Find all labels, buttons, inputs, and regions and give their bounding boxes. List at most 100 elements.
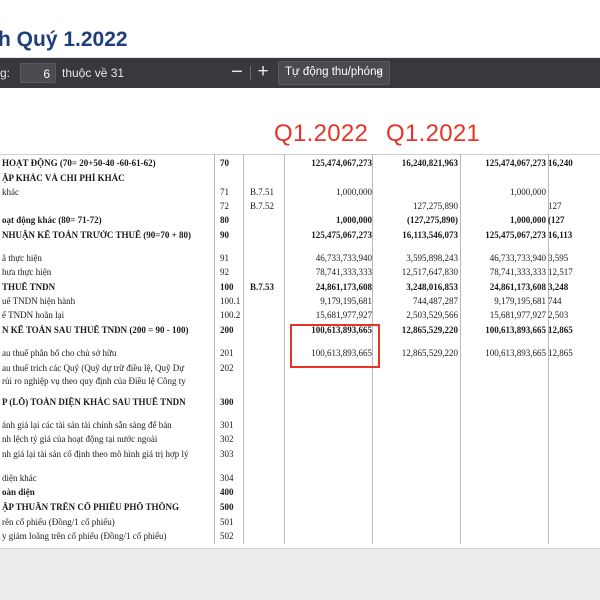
row-code: 301 bbox=[220, 420, 234, 430]
zoom-in-button[interactable]: + bbox=[252, 60, 274, 84]
value-q1-2021: 3,595,898,243 bbox=[406, 253, 458, 263]
table-row: ẬP KHÁC VÀ CHI PHÍ KHÁC bbox=[0, 172, 600, 186]
value-cumulative-2022: 15,681,977,927 bbox=[489, 310, 546, 320]
value-q1-2022: 9,179,195,681 bbox=[320, 296, 372, 306]
row-note: B.7.53 bbox=[250, 282, 275, 292]
row-code: 202 bbox=[220, 363, 234, 373]
row-code: 200 bbox=[220, 325, 234, 335]
zoom-out-button[interactable]: − bbox=[226, 60, 248, 84]
row-label: khác bbox=[2, 187, 19, 197]
value-cumulative-2021: 16,113 bbox=[548, 230, 573, 240]
value-cumulative-2022: 46,733,733,940 bbox=[489, 253, 546, 263]
value-cumulative-2022: 9,179,195,681 bbox=[494, 296, 546, 306]
table-row: ã thực hiện 91 46,733,733,940 3,595,898,243… bbox=[0, 252, 600, 266]
value-cumulative-2021: (127 bbox=[548, 215, 565, 225]
page-count-label: thuộc về 31 bbox=[62, 66, 125, 80]
table-row: y giảm loãng trên cổ phiếu (Đồng/1 cổ ph… bbox=[0, 530, 600, 544]
value-q1-2022: 125,474,067,273 bbox=[311, 158, 372, 168]
value-cumulative-2022: 100,613,893,665 bbox=[485, 348, 546, 358]
table-row: THUẾ TNDN 100 B.7.53 24,861,173,608 3,248,01… bbox=[0, 281, 600, 295]
viewer-background bbox=[0, 548, 600, 600]
value-q1-2022: 1,000,000 bbox=[336, 187, 372, 197]
table-top-border bbox=[0, 154, 600, 155]
row-code: 302 bbox=[220, 434, 234, 444]
row-code: 92 bbox=[220, 267, 229, 277]
value-q1-2021: 3,248,016,853 bbox=[406, 282, 458, 292]
row-code: 501 bbox=[220, 517, 234, 527]
table-row: ế TNDN hoãn lại 100.2 15,681,977,927 2,503,… bbox=[0, 309, 600, 323]
table-row: P (LỖ) TOÀN DIỆN KHÁC SAU THUẾ TNDN 300 bbox=[0, 396, 600, 410]
row-label: nh giá lại tài sản cố định theo mô hình … bbox=[2, 449, 189, 459]
value-cumulative-2021: 3,595 bbox=[548, 253, 569, 263]
row-label: THUẾ TNDN bbox=[2, 282, 56, 292]
value-cumulative-2022: 1,000,000 bbox=[510, 187, 546, 197]
row-label: oạt động khác (80= 71-72) bbox=[2, 215, 102, 225]
row-note: B.7.52 bbox=[250, 201, 275, 211]
value-q1-2021: 744,487,287 bbox=[413, 296, 458, 306]
row-code: 91 bbox=[220, 253, 229, 263]
row-label: rên cổ phiếu (Đồng/1 cổ phiếu) bbox=[2, 517, 115, 527]
value-cumulative-2021: 744 bbox=[548, 296, 562, 306]
row-label: ánh giá lại các tài sản tài chính sẵn sà… bbox=[2, 420, 172, 430]
row-label: ã thực hiện bbox=[2, 253, 42, 263]
row-note: B.7.51 bbox=[250, 187, 275, 197]
value-cumulative-2022: 78,741,333,333 bbox=[489, 267, 546, 277]
row-label: HOẠT ĐỘNG (70= 20+50-40 -60-61-62) bbox=[2, 158, 156, 168]
highlight-box bbox=[290, 324, 380, 368]
row-code: 300 bbox=[220, 397, 234, 407]
row-label: P (LỖ) TOÀN DIỆN KHÁC SAU THUẾ TNDN bbox=[2, 397, 186, 407]
pdf-toolbar: g: thuộc về 31 − + Tự động thu/phóng ⌄ bbox=[0, 58, 600, 88]
row-label: hưa thực hiện bbox=[2, 267, 52, 277]
value-q1-2022: 1,000,000 bbox=[336, 215, 372, 225]
row-label: diện khác bbox=[2, 473, 37, 483]
value-cumulative-2021: 16,240 bbox=[548, 158, 573, 168]
value-q1-2022: 24,861,173,608 bbox=[315, 282, 372, 292]
row-code: 400 bbox=[220, 487, 234, 497]
table-row: HOẠT ĐỘNG (70= 20+50-40 -60-61-62) 70 125,… bbox=[0, 157, 600, 171]
value-q1-2022: 78,741,333,333 bbox=[315, 267, 372, 277]
value-cumulative-2022: 125,475,067,273 bbox=[485, 230, 546, 240]
table-row: diện khác 304 bbox=[0, 472, 600, 486]
row-label: rủi ro nghiệp vụ theo quy định của Điều … bbox=[2, 376, 186, 386]
row-label: NHUẬN KẾ TOÁN TRƯỚC THUẾ (90=70 + 80) bbox=[2, 230, 192, 240]
row-label: oàn diện bbox=[2, 487, 35, 497]
page-title: h Quý 1.2022 bbox=[0, 28, 128, 51]
row-label: nh lệch tỷ giá của hoạt động tại nước ng… bbox=[2, 434, 158, 444]
row-code: 80 bbox=[220, 215, 229, 225]
value-cumulative-2021: 2,503 bbox=[548, 310, 569, 320]
table-row: ánh giá lại các tài sản tài chính sẵn sà… bbox=[0, 419, 600, 433]
row-label: ế TNDN hoãn lại bbox=[2, 310, 65, 320]
value-cumulative-2021: 12,865 bbox=[548, 325, 573, 335]
zoom-select-value: Tự động thu/phóng bbox=[285, 66, 383, 78]
row-code: 100.2 bbox=[220, 310, 241, 320]
value-cumulative-2021: 3,248 bbox=[548, 282, 569, 292]
page-number-input[interactable] bbox=[20, 63, 56, 83]
row-code: 201 bbox=[220, 348, 234, 358]
table-row: hưa thực hiện 92 78,741,333,333 12,517,647,… bbox=[0, 266, 600, 280]
table-row: uế TNDN hiện hành 100.1 9,179,195,681 744,4… bbox=[0, 295, 600, 309]
value-q1-2021: 16,240,821,963 bbox=[401, 158, 458, 168]
row-code: 100.1 bbox=[220, 296, 241, 306]
table-row: rủi ro nghiệp vụ theo quy định của Điều … bbox=[0, 375, 600, 389]
table-row: oàn diện 400 bbox=[0, 486, 600, 500]
table-row: rên cổ phiếu (Đồng/1 cổ phiếu) 501 bbox=[0, 516, 600, 530]
table-row: oạt động khác (80= 71-72) 80 1,000,000 (127… bbox=[0, 214, 600, 228]
row-code: 70 bbox=[220, 158, 229, 168]
table-row: nh lệch tỷ giá của hoạt động tại nước ng… bbox=[0, 433, 600, 447]
page-label: g: bbox=[0, 66, 11, 80]
annotation-q1-2022: Q1.2022 bbox=[274, 120, 369, 147]
value-cumulative-2022: 24,861,173,608 bbox=[489, 282, 546, 292]
value-q1-2021: 2,503,529,566 bbox=[406, 310, 458, 320]
zoom-select[interactable]: Tự động thu/phóng ⌄ bbox=[278, 61, 390, 85]
title-bar: h Quý 1.2022 bbox=[0, 0, 600, 58]
value-q1-2022: 125,475,067,273 bbox=[311, 230, 372, 240]
toolbar-divider bbox=[250, 66, 251, 80]
value-q1-2021: 12,517,647,830 bbox=[401, 267, 458, 277]
table-row: NHUẬN KẾ TOÁN TRƯỚC THUẾ (90=70 + 80) 90 1… bbox=[0, 229, 600, 243]
value-q1-2021: 12,865,529,220 bbox=[401, 348, 458, 358]
value-cumulative-2021: 12,865 bbox=[548, 348, 573, 358]
row-label: N KẾ TOÁN SAU THUẾ TNDN (200 = 90 - 100) bbox=[2, 325, 189, 335]
row-code: 303 bbox=[220, 449, 234, 459]
value-q1-2021: (127,275,890) bbox=[407, 215, 458, 225]
table-row: khác 71 B.7.51 1,000,000 1,000,000 bbox=[0, 186, 600, 200]
